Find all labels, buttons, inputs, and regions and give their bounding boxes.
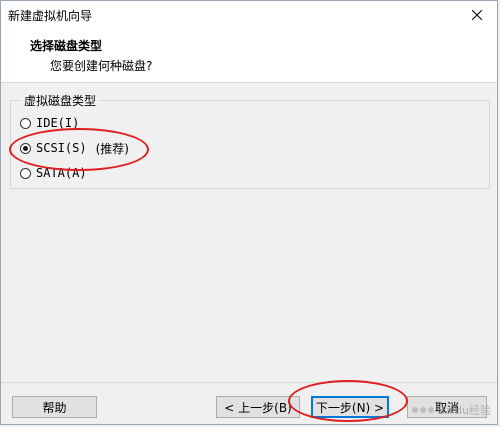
radio-scsi-label: SCSI(S) [36, 141, 87, 155]
wizard-header: 选择磁盘类型 您要创建何种磁盘? [1, 29, 497, 83]
radio-ide[interactable]: IDE(I) [20, 113, 79, 133]
disk-type-group: 虚拟磁盘类型 IDE(I) SCSI(S) (推荐) SATA(A) [10, 92, 490, 189]
back-button[interactable]: < 上一步(B) [216, 396, 300, 418]
next-button[interactable]: 下一步(N) > [311, 396, 389, 418]
radio-icon [20, 117, 31, 129]
radio-icon [20, 167, 31, 179]
page-subtitle: 您要创建何种磁盘? [50, 59, 153, 73]
watermark: Baidu经验 [411, 402, 491, 418]
radio-scsi[interactable]: SCSI(S) (推荐) [20, 138, 129, 158]
wizard-window: 新建虚拟机向导 选择磁盘类型 您要创建何种磁盘? 虚拟磁盘类型 IDE(I) S… [0, 0, 498, 425]
radio-sata-label: SATA(A) [36, 166, 87, 180]
close-icon [472, 10, 482, 20]
footer-divider [1, 382, 497, 383]
watermark-text: Baidu经验 [437, 404, 491, 417]
group-legend: 虚拟磁盘类型 [21, 92, 100, 109]
page-title: 选择磁盘类型 [30, 39, 103, 53]
recommend-note: (推荐) [95, 141, 129, 156]
title-bar: 新建虚拟机向导 [1, 1, 497, 30]
help-button[interactable]: 帮助 [12, 396, 97, 418]
radio-ide-label: IDE(I) [36, 116, 80, 130]
radio-icon [20, 142, 31, 154]
paw-icon [411, 407, 434, 413]
radio-sata[interactable]: SATA(A) [20, 163, 87, 183]
close-button[interactable] [457, 1, 497, 29]
window-title: 新建虚拟机向导 [8, 9, 93, 23]
